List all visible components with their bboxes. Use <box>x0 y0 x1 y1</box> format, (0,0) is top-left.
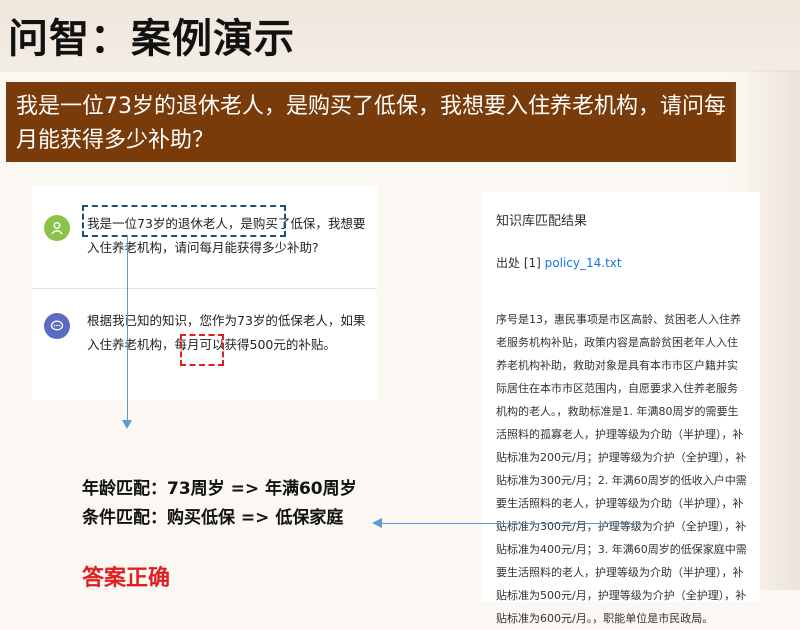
chat-bubble-icon <box>44 313 70 339</box>
user-icon-svg <box>51 222 63 235</box>
highlight-box-user-condition <box>82 205 286 237</box>
kb-source-link[interactable]: policy_14.txt <box>545 256 622 270</box>
bot-message: 根据我已知的知识，您作为73岁的低保老人，如果入住养老机构，每月可以获得500元… <box>87 313 366 352</box>
chat-bubble-icon-svg <box>50 320 64 331</box>
kb-source: 出处 [1] policy_14.txt <box>496 254 622 271</box>
highlight-box-amount <box>180 334 224 366</box>
user-icon <box>44 215 70 241</box>
knowledge-base-panel: 知识库匹配结果 出处 [1] policy_14.txt 序号是13，惠民事项是… <box>482 192 760 625</box>
condition-match: 条件匹配：购买低保 => 低保家庭 <box>82 508 344 528</box>
kb-body: 序号是13，惠民事项是市区高龄、贫困老人入住养老服务机构补贴，政策内容是高龄贫困… <box>496 313 747 625</box>
answer-label: 答案正确 <box>82 566 171 591</box>
left-arrow-line <box>380 523 642 524</box>
chat-divider <box>32 288 377 289</box>
question-banner: 我是一位73岁的退休老人，是购买了低保，我想要入住养老机构，请问每月能获得多少补… <box>6 82 736 162</box>
match-lines: 年龄匹配：73周岁 => 年满60周岁 条件匹配：购买低保 => 低保家庭 <box>82 475 357 533</box>
page-title: 问智：案例演示 <box>8 16 295 62</box>
left-arrow-head <box>372 518 382 528</box>
kb-source-prefix: 出处 [1] <box>496 256 541 270</box>
kb-title: 知识库匹配结果 <box>496 214 588 229</box>
down-arrow-line <box>127 236 128 424</box>
down-arrow-head <box>122 420 132 429</box>
age-match: 年龄匹配：73周岁 => 年满60周岁 <box>82 479 357 499</box>
